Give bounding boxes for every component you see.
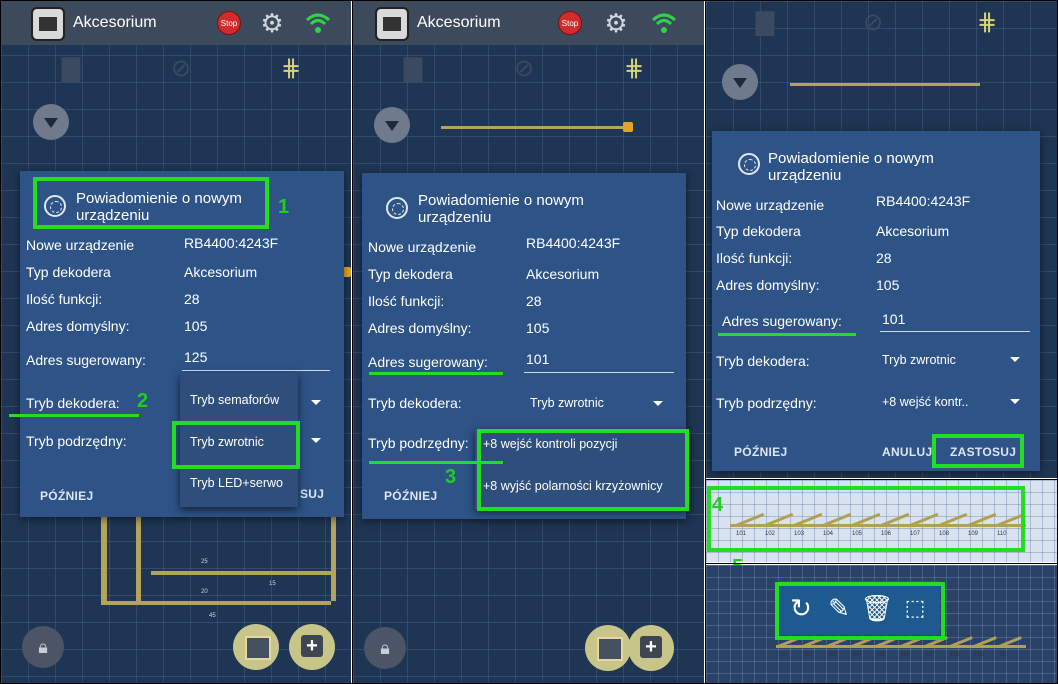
divider: [705, 479, 1058, 480]
divider: [705, 0, 706, 684]
divider: [352, 0, 353, 684]
divider: [705, 563, 1058, 564]
image-frame: [0, 0, 1058, 684]
